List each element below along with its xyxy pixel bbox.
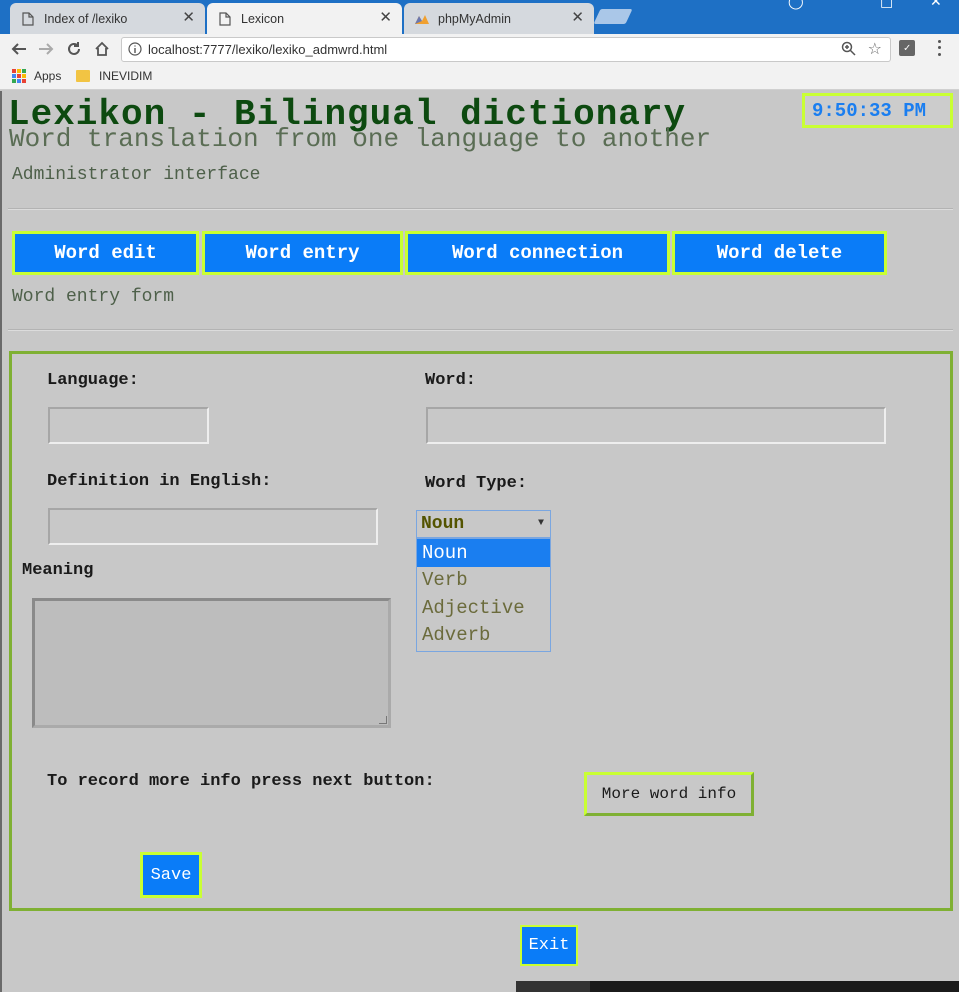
info-icon[interactable] (128, 42, 142, 59)
apps-grid-icon (12, 69, 26, 83)
tab-phpmyadmin[interactable]: phpMyAdmin ✕ (404, 3, 594, 34)
word-type-option-noun[interactable]: Noun (417, 539, 550, 567)
word-label: Word: (425, 371, 477, 390)
more-info-instruction: To record more info press next button: (47, 772, 435, 791)
page-icon (20, 11, 36, 27)
bookmark-inevidim[interactable]: INEVIDIM (76, 69, 152, 83)
extension-icon[interactable]: ✓ (899, 40, 915, 56)
tab-label: Lexicon (241, 11, 285, 26)
word-type-option-adverb[interactable]: Adverb (417, 622, 550, 650)
clock-display: 9:50:33 PM (802, 93, 953, 128)
close-window-icon[interactable]: ✕ (930, 0, 942, 10)
close-icon[interactable]: ✕ (379, 10, 392, 26)
more-word-info-button[interactable]: More word info (584, 772, 754, 816)
language-input[interactable] (48, 407, 209, 444)
folder-icon (76, 70, 90, 82)
back-arrow-icon[interactable] (8, 38, 30, 60)
url-text: localhost:7777/lexiko/lexiko_admwrd.html (148, 42, 388, 57)
word-connection-button[interactable]: Word connection (405, 231, 670, 275)
divider (8, 329, 953, 331)
new-tab-button[interactable] (593, 9, 633, 24)
zoom-icon[interactable] (841, 41, 856, 59)
browser-tab-strip: Index of /lexiko ✕ Lexicon ✕ phpMyAdmin … (0, 0, 959, 34)
word-type-option-adjective[interactable]: Adjective (417, 594, 550, 622)
page-icon (217, 11, 233, 27)
tab-lexicon[interactable]: Lexicon ✕ (207, 3, 402, 34)
bookmark-apps[interactable]: Apps (12, 69, 61, 83)
page-content: Lexikon - Bilingual dictionary Word tran… (0, 91, 959, 992)
menu-icon[interactable] (933, 38, 945, 58)
admin-interface-label: Administrator interface (12, 165, 261, 185)
word-entry-button[interactable]: Word entry (202, 231, 403, 275)
resize-grip-icon[interactable] (379, 716, 387, 724)
word-type-option-verb[interactable]: Verb (417, 567, 550, 595)
word-type-selected-value: Noun (421, 514, 465, 534)
bookmarks-bar: Apps INEVIDIM (0, 64, 959, 90)
definition-input[interactable] (48, 508, 378, 545)
forward-arrow-icon[interactable] (35, 38, 57, 60)
tab-label: Index of /lexiko (44, 11, 128, 26)
reload-icon[interactable] (63, 38, 85, 60)
word-type-dropdown-list: Noun Verb Adjective Adverb (416, 538, 551, 652)
dropdown-arrow-icon: ▼ (537, 518, 544, 529)
word-type-label: Word Type: (425, 474, 528, 493)
word-delete-button[interactable]: Word delete (672, 231, 887, 275)
bookmark-star-icon[interactable]: ☆ (868, 39, 882, 59)
word-edit-button[interactable]: Word edit (12, 231, 199, 275)
browser-toolbar: localhost:7777/lexiko/lexiko_admwrd.html… (0, 34, 959, 64)
close-icon[interactable]: ✕ (182, 10, 195, 26)
tab-index-of-lexiko[interactable]: Index of /lexiko ✕ (10, 3, 205, 34)
word-input[interactable] (426, 407, 886, 444)
exit-button[interactable]: Exit (520, 925, 578, 966)
maximize-icon[interactable]: □ (880, 0, 893, 10)
meaning-textarea[interactable] (32, 598, 391, 728)
close-icon[interactable]: ✕ (571, 10, 584, 26)
language-label: Language: (47, 371, 139, 390)
divider (8, 208, 953, 210)
phpmyadmin-logo-icon (414, 11, 430, 27)
tab-label: phpMyAdmin (438, 11, 511, 26)
meaning-label: Meaning (22, 561, 94, 580)
word-entry-form: Language: Word: Definition in English: W… (9, 351, 953, 911)
home-icon[interactable] (91, 38, 113, 60)
page-subtitle: Word translation from one language to an… (9, 124, 712, 154)
definition-label: Definition in English: (47, 472, 272, 491)
form-heading: Word entry form (12, 287, 175, 307)
word-type-select[interactable]: Noun ▼ (416, 510, 551, 538)
profile-icon[interactable]: ◯ (788, 0, 804, 10)
address-bar[interactable]: localhost:7777/lexiko/lexiko_admwrd.html… (121, 37, 891, 62)
save-button[interactable]: Save (140, 852, 202, 898)
bookmark-label: Apps (34, 69, 62, 83)
taskbar-edge (590, 981, 959, 992)
bookmark-label: INEVIDIM (99, 69, 153, 83)
